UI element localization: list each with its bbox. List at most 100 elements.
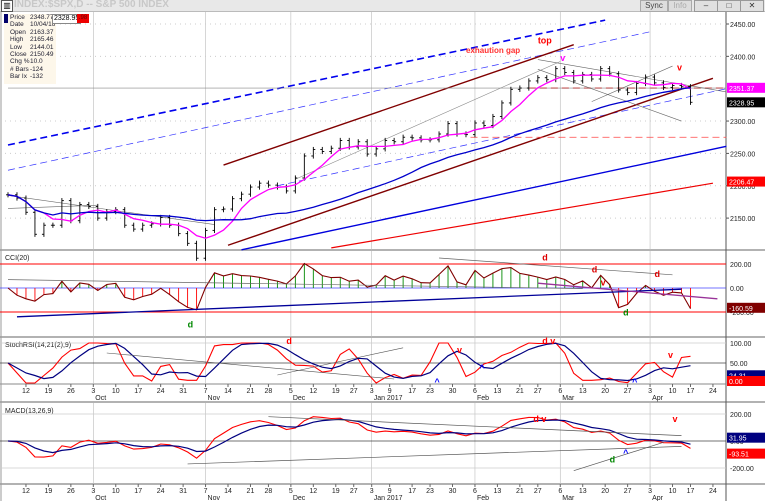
x-tick-label: 27: [350, 388, 358, 395]
x-tick-label: 19: [45, 388, 53, 395]
annotation-label: d: [542, 252, 548, 262]
price-axis-label: 2250.00: [730, 151, 755, 158]
x-tick-label: 6: [473, 388, 477, 395]
macd-value-tag: -93.51: [729, 452, 749, 459]
data-window-row: Bar Ix -132: [10, 73, 56, 80]
x-tick-label: 6: [558, 488, 562, 495]
annotation-label: ^: [479, 363, 485, 373]
x-month-label: Mar: [562, 495, 575, 501]
x-tick-label: 24: [709, 488, 717, 495]
x-tick-label: 17: [687, 488, 695, 495]
data-window-value: 2163.37: [30, 28, 54, 36]
x-tick-label: 21: [516, 388, 524, 395]
x-month-label: Apr: [652, 495, 664, 501]
x-tick-label: 13: [494, 488, 502, 495]
x-month-label: Feb: [477, 395, 489, 402]
x-tick-label: 17: [408, 488, 416, 495]
data-window-value: -124: [30, 65, 44, 73]
x-tick-label: 3: [91, 388, 95, 395]
x-tick-label: 19: [332, 488, 340, 495]
x-tick-label: 24: [709, 388, 717, 395]
cci-axis-label: 200.00: [730, 262, 752, 269]
x-month-label: Jan 2017: [374, 495, 403, 501]
data-window-value: -132: [30, 73, 44, 81]
annotation-label: ^: [623, 448, 629, 458]
x-tick-label: 5: [289, 488, 293, 495]
data-window: Price 2348.77 Date 10/04/16 Open 2163.37 High 2…: [4, 14, 56, 84]
x-tick-label: 21: [247, 488, 255, 495]
x-month-label: Feb: [477, 495, 489, 501]
data-window-label: Chg %: [10, 58, 30, 66]
x-tick-label: 13: [494, 388, 502, 395]
annotation-label: d v: [542, 336, 555, 346]
x-tick-label: 14: [224, 488, 232, 495]
annotation-label: v: [457, 345, 462, 355]
x-tick-label: 7: [204, 488, 208, 495]
annotation-label: top: [538, 35, 552, 45]
data-window-label: Date: [10, 21, 24, 29]
data-window-label: High: [10, 36, 24, 44]
x-tick-label: 30: [449, 488, 457, 495]
x-tick-label: 27: [534, 488, 542, 495]
data-window-value: 2348.77: [30, 14, 54, 21]
x-tick-label: 12: [22, 488, 30, 495]
cursor-change: .98: [77, 14, 89, 23]
x-tick-label: 10: [669, 488, 677, 495]
annotation-label: d: [286, 336, 292, 346]
x-tick-label: 6: [473, 488, 477, 495]
annotation-label: v: [673, 414, 678, 424]
data-window-row: Price 2348.77: [10, 14, 56, 21]
x-month-label: Nov: [208, 395, 221, 402]
price-tag: 2206.47: [729, 180, 754, 187]
data-window-label: Close: [10, 51, 27, 59]
annotation-label: d: [623, 308, 629, 318]
x-tick-label: 23: [426, 488, 434, 495]
x-month-label: Dec: [293, 495, 306, 501]
x-tick-label: 26: [67, 488, 75, 495]
x-month-label: Dec: [293, 395, 306, 402]
annotation-label: d: [188, 320, 194, 330]
price-axis-label: 2150.00: [730, 216, 755, 223]
data-window-label: Price: [10, 14, 25, 21]
annotation-label: v: [601, 278, 606, 288]
data-window-label: Low: [10, 43, 22, 51]
price-axis-label: 2300.00: [730, 119, 755, 126]
x-tick-label: 12: [22, 388, 30, 395]
price-axis-label: 2400.00: [730, 54, 755, 61]
data-window-row: # Bars-124: [10, 66, 56, 73]
annotation-label: ^: [435, 377, 441, 387]
x-month-label: Apr: [652, 395, 664, 402]
x-tick-label: 27: [624, 388, 632, 395]
x-tick-label: 10: [669, 388, 677, 395]
stochrsi-axis-label: 50.00: [730, 361, 748, 368]
x-tick-label: 19: [45, 488, 53, 495]
x-tick-label: 3: [648, 488, 652, 495]
macd-axis-label: 200.00: [730, 412, 752, 419]
price-tag: 2328.95: [729, 100, 754, 107]
x-tick-label: 3: [370, 388, 374, 395]
annotation-label: ^: [632, 377, 638, 387]
x-tick-label: 24: [157, 388, 165, 395]
x-tick-label: 17: [134, 388, 142, 395]
x-month-label: Oct: [95, 395, 106, 402]
data-window-row: Date 10/04/16: [10, 21, 56, 28]
annotation-label: d v: [533, 414, 546, 424]
x-month-label: Oct: [95, 495, 106, 501]
x-tick-label: 21: [247, 388, 255, 395]
x-tick-label: 17: [687, 388, 695, 395]
x-tick-label: 27: [534, 388, 542, 395]
data-window-row: Low 2144.01: [10, 44, 56, 51]
x-tick-label: 9: [388, 388, 392, 395]
data-window-row: Chg %10.0: [10, 58, 56, 65]
data-window-value: 2144.01: [30, 43, 54, 51]
chart-canvas[interactable]: 1212191926263Oct3Oct10101717242431317Nov…: [0, 0, 765, 501]
annotation-label: v: [668, 350, 673, 360]
x-tick-label: 13: [579, 488, 587, 495]
cci-value-tag: -160.59: [729, 306, 753, 313]
stochrsi-k-tag: 0.00: [729, 379, 743, 386]
x-tick-label: 5: [289, 388, 293, 395]
annotation-label: d: [655, 269, 661, 279]
data-window-label: # Bars: [10, 65, 29, 73]
x-tick-label: 27: [350, 488, 358, 495]
data-window-value: 10.0: [30, 58, 43, 66]
